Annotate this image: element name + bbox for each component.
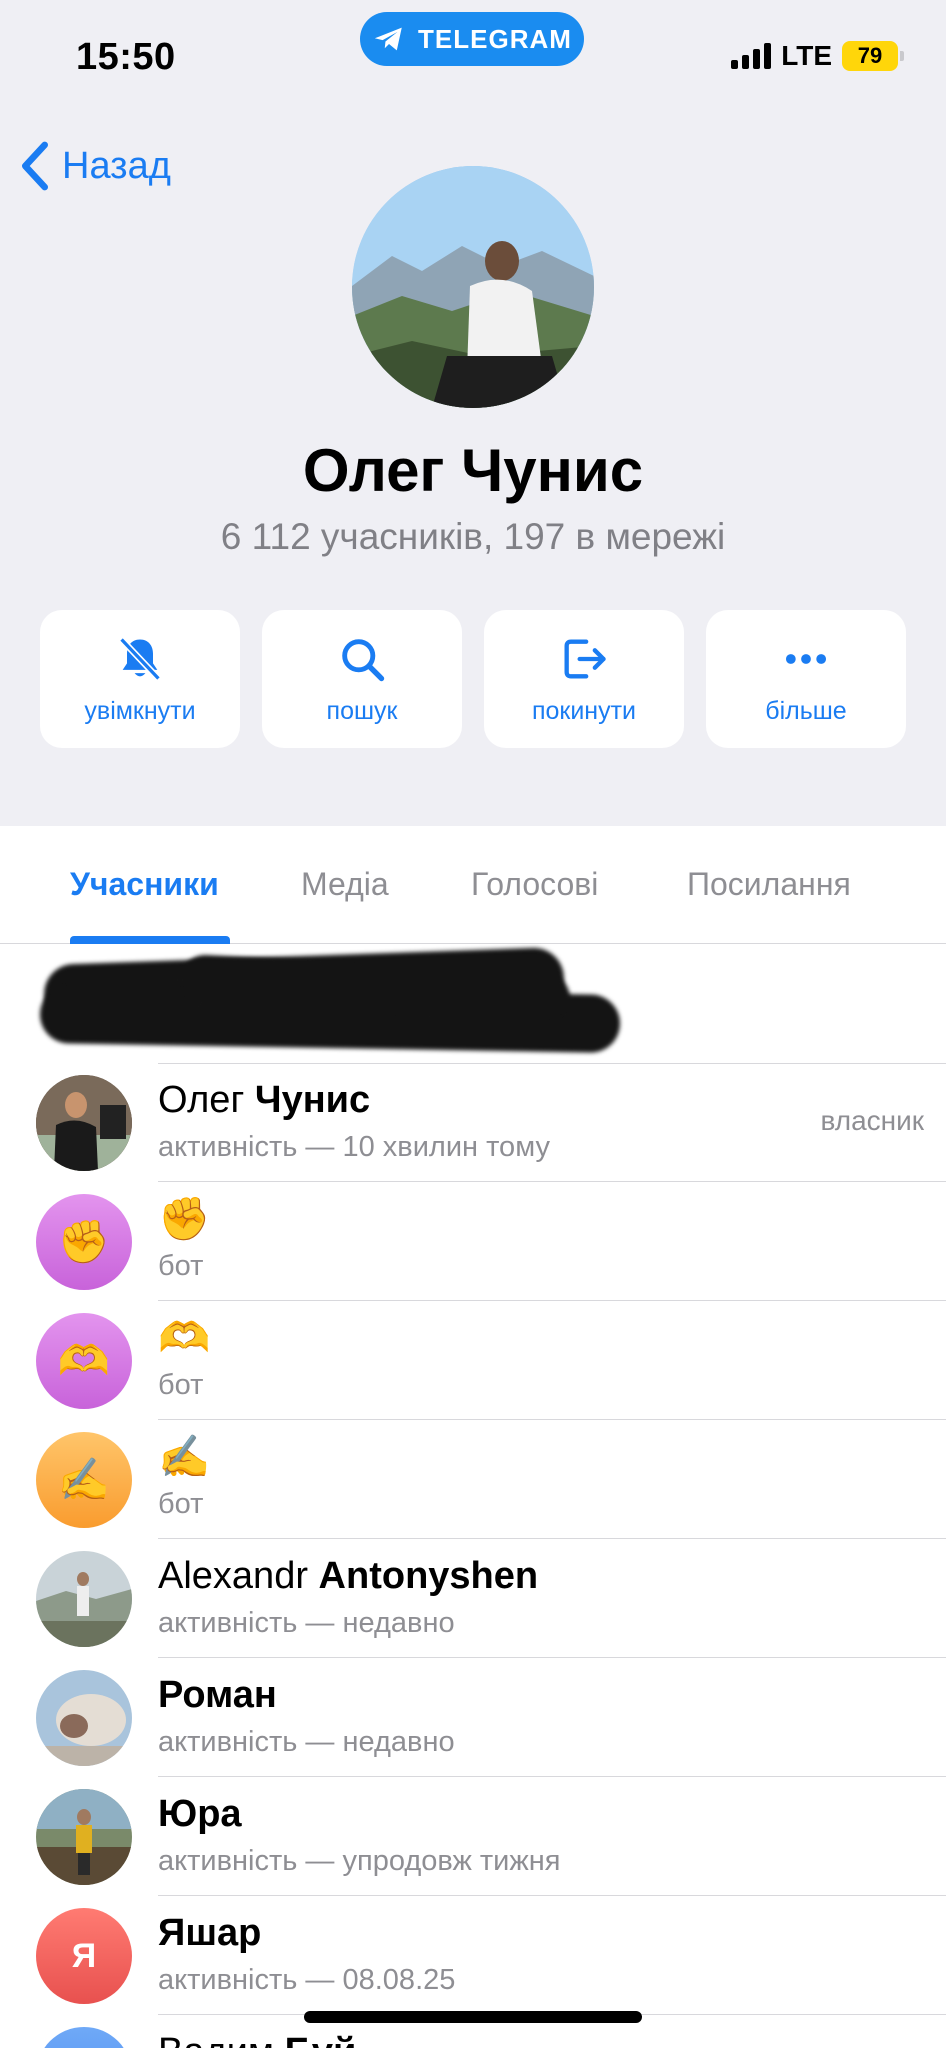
- status-indicators: LTE 79: [731, 40, 904, 72]
- telegram-pill-label: TELEGRAM: [418, 23, 572, 54]
- member-status: активність — недавно: [158, 1726, 455, 1758]
- member-name: Юра: [158, 1793, 242, 1835]
- more-button[interactable]: більше: [706, 610, 906, 748]
- unmute-label: увімкнути: [84, 696, 196, 725]
- back-label: Назад: [62, 144, 171, 187]
- member-row[interactable]: Я Яшар активність — 08.08.25: [0, 1896, 946, 2015]
- member-name: Alexandr Antonyshen: [158, 1555, 539, 1597]
- member-row[interactable]: Юра активність — упродовж тижня: [0, 1777, 946, 1896]
- member-name: Роман: [158, 1674, 277, 1716]
- member-name: ✍️: [158, 1433, 211, 1480]
- group-avatar[interactable]: [352, 166, 594, 408]
- member-status: бот: [158, 1488, 204, 1520]
- tab-members[interactable]: Учасники: [70, 866, 219, 903]
- member-row[interactable]: 🫶 🫶 бот: [0, 1301, 946, 1420]
- member-avatar: ✊: [36, 1194, 132, 1290]
- member-name: 🫶: [158, 1314, 211, 1361]
- search-label: пошук: [326, 696, 398, 725]
- search-button[interactable]: пошук: [262, 610, 462, 748]
- search-icon: [342, 638, 385, 681]
- member-role: власник: [820, 1105, 925, 1136]
- member-status: бот: [158, 1250, 204, 1282]
- member-status: активність — недавно: [158, 1607, 455, 1639]
- member-name: Яшар: [158, 1912, 262, 1954]
- member-name: Вадим Бүй: [158, 2031, 356, 2048]
- member-row[interactable]: ✍️ ✍️ бот: [0, 1420, 946, 1539]
- member-row[interactable]: Роман активність — недавно: [0, 1658, 946, 1777]
- network-label: LTE: [781, 40, 832, 71]
- member-avatar: [36, 1551, 132, 1647]
- group-name: Олег Чунис: [302, 437, 644, 504]
- status-time: 15:50: [76, 36, 176, 78]
- leave-icon: [564, 639, 606, 678]
- action-bar: увімкнути пошук покинути більше: [40, 610, 906, 748]
- back-button[interactable]: Назад: [18, 140, 171, 192]
- member-status: активність — 10 хвилин тому: [158, 1131, 550, 1163]
- chevron-left-icon: [22, 141, 48, 191]
- member-avatar: Я: [36, 1908, 132, 2004]
- tab-voice[interactable]: Голосові: [471, 866, 598, 903]
- active-tab-indicator: [70, 936, 230, 944]
- tab-bar: Учасники Медіа Голосові Посилання: [0, 826, 946, 944]
- battery-icon: 79: [842, 41, 904, 71]
- member-avatar: [36, 1075, 132, 1171]
- member-row[interactable]: ✊ ✊ бот: [0, 1182, 946, 1301]
- member-avatar: 🫶: [36, 1313, 132, 1409]
- leave-button[interactable]: покинути: [484, 610, 684, 748]
- member-status: активність — 08.08.25: [158, 1964, 456, 1996]
- member-row[interactable]: Олег Чунис активність — 10 хвилин тому в…: [0, 1063, 946, 1182]
- unmute-button[interactable]: увімкнути: [40, 610, 240, 748]
- tab-links[interactable]: Посилання: [687, 866, 851, 903]
- member-status: бот: [158, 1369, 204, 1401]
- more-label: більше: [765, 696, 847, 725]
- telegram-icon: [374, 27, 402, 51]
- member-avatar: ✍️: [36, 1432, 132, 1528]
- leave-label: покинути: [531, 696, 637, 725]
- members-list: Олег Чунис активність — 10 хвилин тому в…: [0, 1063, 946, 2048]
- member-avatar: [36, 1789, 132, 1885]
- avatar-photo: [352, 166, 594, 408]
- more-icon: [785, 653, 827, 664]
- member-avatar: [36, 2027, 132, 2048]
- home-indicator[interactable]: [304, 2011, 642, 2023]
- member-avatar: [36, 1670, 132, 1766]
- telegram-pill[interactable]: TELEGRAM: [360, 12, 584, 66]
- tab-media[interactable]: Медіа: [301, 866, 389, 903]
- bell-slash-icon: [119, 636, 161, 681]
- group-subtitle: 6 112 учасників, 197 в мережі: [220, 516, 726, 557]
- member-name: ✊: [158, 1195, 211, 1242]
- redacted-row: [0, 944, 946, 1064]
- member-row[interactable]: Alexandr Antonyshen активність — недавно: [0, 1539, 946, 1658]
- signal-icon: [731, 43, 772, 69]
- member-name: Олег Чунис: [158, 1079, 371, 1121]
- member-status: активність — упродовж тижня: [158, 1845, 561, 1877]
- battery-level: 79: [857, 43, 883, 68]
